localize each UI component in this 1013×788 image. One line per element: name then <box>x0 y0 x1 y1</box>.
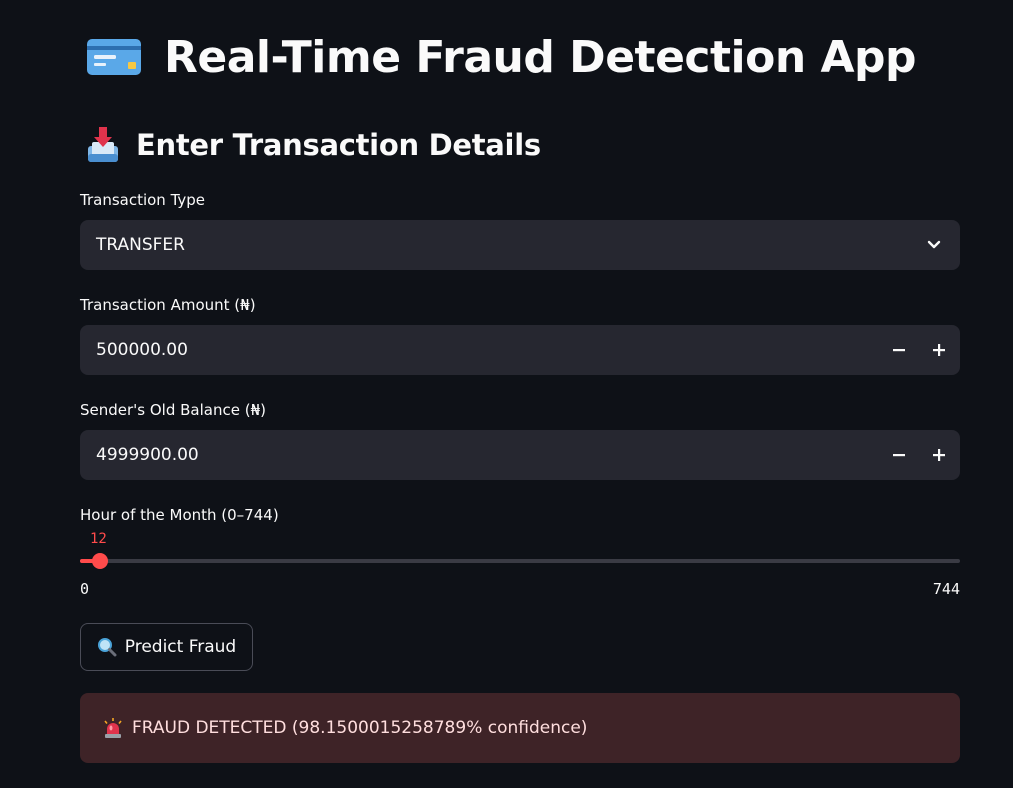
amount-decrement-button[interactable] <box>884 335 914 365</box>
amount-value[interactable]: 500000.00 <box>96 325 188 375</box>
fraud-alert-message: FRAUD DETECTED (98.1500015258789% confid… <box>132 718 588 738</box>
section-header-row: Enter Transaction Details <box>86 122 541 168</box>
amount-label: Transaction Amount (₦) <box>80 296 256 314</box>
minus-icon <box>893 454 905 457</box>
chevron-down-icon[interactable] <box>924 235 944 255</box>
magnifying-glass-icon <box>97 638 117 657</box>
fraud-alert: FRAUD DETECTED (98.1500015258789% confid… <box>80 693 960 763</box>
siren-icon <box>104 718 122 738</box>
hour-slider-track[interactable] <box>80 559 960 563</box>
minus-icon <box>893 349 905 352</box>
app-title: Real-Time Fraud Detection App <box>164 31 917 83</box>
credit-card-icon <box>87 39 141 75</box>
transaction-type-select[interactable]: TRANSFER <box>80 220 960 270</box>
predict-fraud-label: Predict Fraud <box>124 637 237 657</box>
hour-label: Hour of the Month (0–744) <box>80 506 279 524</box>
hour-slider-min: 0 <box>80 580 90 598</box>
hour-slider-max: 744 <box>932 580 960 598</box>
section-title: Enter Transaction Details <box>136 128 541 162</box>
old-balance-value[interactable]: 4999900.00 <box>96 430 199 480</box>
inbox-tray-icon <box>88 127 118 162</box>
plus-icon <box>933 449 945 461</box>
transaction-type-label: Transaction Type <box>80 191 206 209</box>
hour-slider-thumb[interactable] <box>92 553 108 569</box>
plus-icon <box>933 344 945 356</box>
transaction-type-value: TRANSFER <box>96 235 185 255</box>
app-title-row: Real-Time Fraud Detection App <box>86 22 917 92</box>
old-balance-increment-button[interactable] <box>924 440 954 470</box>
amount-increment-button[interactable] <box>924 335 954 365</box>
old-balance-decrement-button[interactable] <box>884 440 914 470</box>
amount-input[interactable]: 500000.00 <box>80 325 960 375</box>
hour-slider-value: 12 <box>90 531 107 547</box>
old-balance-input[interactable]: 4999900.00 <box>80 430 960 480</box>
old-balance-label: Sender's Old Balance (₦) <box>80 401 266 419</box>
predict-fraud-button[interactable]: Predict Fraud <box>80 623 253 671</box>
